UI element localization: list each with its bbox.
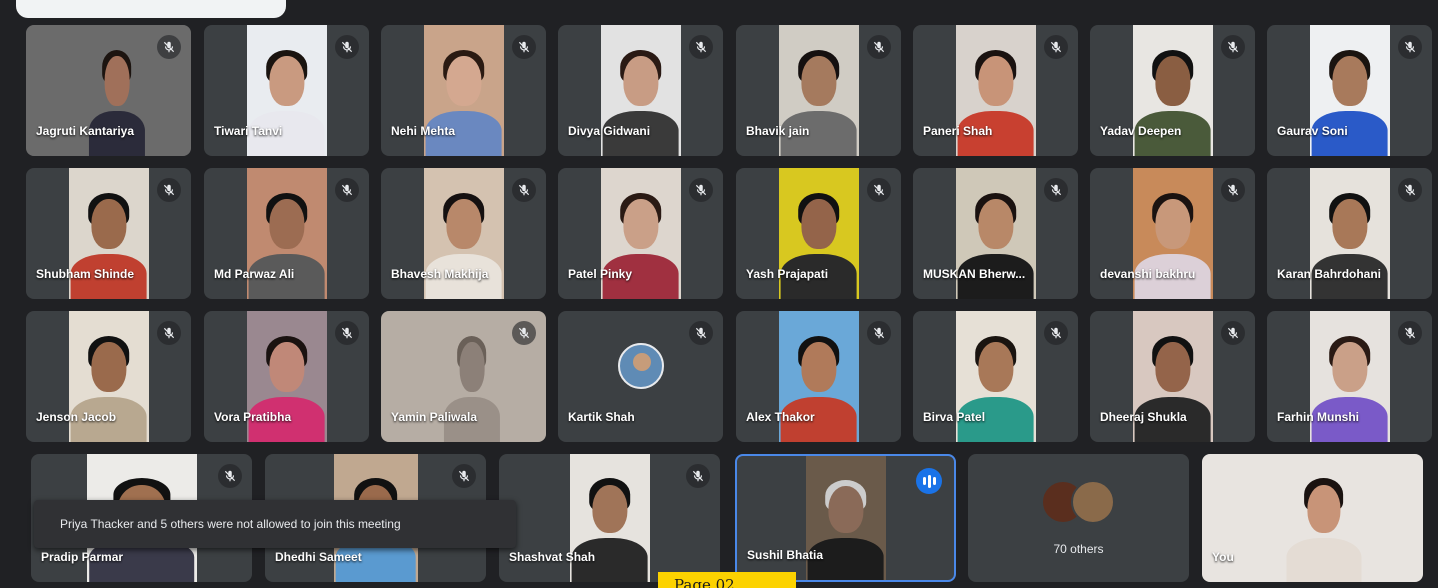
- mic-off-icon: [867, 178, 891, 202]
- participant-video: [1202, 454, 1423, 582]
- participant-tile[interactable]: Yash Prajapati: [736, 168, 901, 299]
- mic-off-icon: [1398, 178, 1422, 202]
- participant-tile[interactable]: Bhavesh Makhija: [381, 168, 546, 299]
- participant-tile[interactable]: Md Parwaz Ali: [204, 168, 369, 299]
- participant-tile[interactable]: MUSKAN Bherw...: [913, 168, 1078, 299]
- mic-off-icon: [512, 321, 536, 345]
- mic-off-icon: [867, 321, 891, 345]
- participant-name: Nehi Mehta: [391, 124, 456, 138]
- mic-off-icon: [335, 35, 359, 59]
- mic-off-icon: [1221, 35, 1245, 59]
- participant-tile[interactable]: Alex Thakor: [736, 311, 901, 442]
- mic-off-icon: [157, 35, 181, 59]
- mic-off-icon: [218, 464, 242, 488]
- participant-tile[interactable]: Yamin Paliwala: [381, 311, 546, 442]
- others-avatar-group: [1040, 480, 1117, 528]
- notification-text: Priya Thacker and 5 others were not allo…: [60, 517, 401, 531]
- participant-name: Paneri Shah: [923, 124, 993, 138]
- participant-tile[interactable]: devanshi bakhru: [1090, 168, 1255, 299]
- participant-name: Farhin Munshi: [1277, 410, 1359, 424]
- mic-off-icon: [867, 35, 891, 59]
- mic-off-icon: [335, 178, 359, 202]
- mic-off-icon: [689, 321, 713, 345]
- participant-name: Vora Pratibha: [214, 410, 292, 424]
- participant-avatar: [617, 343, 664, 390]
- participant-name: Dhedhi Sameet: [275, 550, 362, 564]
- participant-name: Dheeraj Shukla: [1100, 410, 1187, 424]
- participant-tile[interactable]: Vora Pratibha: [204, 311, 369, 442]
- mic-off-icon: [689, 35, 713, 59]
- participant-name: MUSKAN Bherw...: [923, 267, 1026, 281]
- mic-off-icon: [335, 321, 359, 345]
- participant-name: Pradip Parmar: [41, 550, 124, 564]
- participant-tile[interactable]: Dheeraj Shukla: [1090, 311, 1255, 442]
- mic-off-icon: [689, 178, 713, 202]
- participant-tile[interactable]: Bhavik jain: [736, 25, 901, 156]
- avatar: [1070, 480, 1115, 524]
- audio-level-icon: [916, 468, 942, 494]
- participant-name: You: [1212, 550, 1234, 564]
- participant-tile[interactable]: Shubham Shinde: [26, 168, 191, 299]
- meeting-info-pill[interactable]: [16, 0, 286, 18]
- participant-tile[interactable]: Gaurav Soni: [1267, 25, 1432, 156]
- participant-tile[interactable]: Paneri Shah: [913, 25, 1078, 156]
- participant-name: Yash Prajapati: [746, 267, 829, 281]
- participant-tile[interactable]: Sushil Bhatia: [735, 454, 956, 582]
- page-label: Page 02: [658, 572, 796, 588]
- participant-tile[interactable]: Farhin Munshi: [1267, 311, 1432, 442]
- participant-name: Kartik Shah: [568, 410, 635, 424]
- participant-tile[interactable]: Karan Bahrdohani: [1267, 168, 1432, 299]
- participant-name: Bhavik jain: [746, 124, 810, 138]
- mic-off-icon: [157, 178, 181, 202]
- mic-off-icon: [157, 321, 181, 345]
- participant-name: Divya Gidwani: [568, 124, 651, 138]
- participant-tile[interactable]: Divya Gidwani: [558, 25, 723, 156]
- participant-name: Jagruti Kantariya: [36, 124, 135, 138]
- mic-off-icon: [1044, 178, 1068, 202]
- participant-name: Alex Thakor: [746, 410, 815, 424]
- participant-tile[interactable]: Shashvat Shah: [499, 454, 720, 582]
- mic-off-icon: [512, 178, 536, 202]
- participant-tile[interactable]: Yadav Deepen: [1090, 25, 1255, 156]
- participant-tile[interactable]: Kartik Shah: [558, 311, 723, 442]
- mic-off-icon: [1221, 321, 1245, 345]
- participant-tile[interactable]: 70 others: [968, 454, 1189, 582]
- participant-name: Karan Bahrdohani: [1277, 267, 1382, 281]
- participant-name: Jenson Jacob: [36, 410, 117, 424]
- participant-name: Shashvat Shah: [509, 550, 596, 564]
- participant-name: Gaurav Soni: [1277, 124, 1348, 138]
- participant-tile[interactable]: Nehi Mehta: [381, 25, 546, 156]
- participant-name: Tiwari Tanvi: [214, 124, 283, 138]
- participant-name: Yamin Paliwala: [391, 410, 478, 424]
- participant-name: devanshi bakhru: [1100, 267, 1196, 281]
- participant-tile[interactable]: Patel Pinky: [558, 168, 723, 299]
- mic-off-icon: [1398, 321, 1422, 345]
- participant-tile[interactable]: Birva Patel: [913, 311, 1078, 442]
- participant-tile[interactable]: Jagruti Kantariya: [26, 25, 191, 156]
- participant-tile[interactable]: You: [1202, 454, 1423, 582]
- mic-off-icon: [1044, 35, 1068, 59]
- participant-name: Bhavesh Makhija: [391, 267, 489, 281]
- participant-name: Sushil Bhatia: [747, 548, 824, 562]
- participant-name: Patel Pinky: [568, 267, 633, 281]
- participant-tile[interactable]: Jenson Jacob: [26, 311, 191, 442]
- notification-toast: Priya Thacker and 5 others were not allo…: [34, 500, 516, 548]
- participant-name: Md Parwaz Ali: [214, 267, 295, 281]
- mic-off-icon: [1221, 178, 1245, 202]
- mic-off-icon: [686, 464, 710, 488]
- participant-name: Yadav Deepen: [1100, 124, 1182, 138]
- participant-name: Shubham Shinde: [36, 267, 135, 281]
- mic-off-icon: [1398, 35, 1422, 59]
- mic-off-icon: [452, 464, 476, 488]
- participant-tile[interactable]: Tiwari Tanvi: [204, 25, 369, 156]
- mic-off-icon: [512, 35, 536, 59]
- mic-off-icon: [1044, 321, 1068, 345]
- participant-name: Birva Patel: [923, 410, 986, 424]
- others-count-label: 70 others: [1053, 542, 1104, 556]
